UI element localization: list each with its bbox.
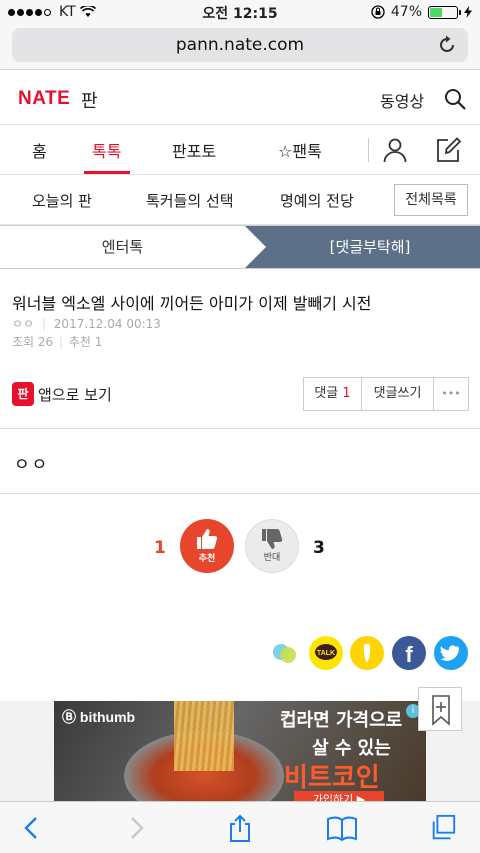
- share-icon[interactable]: [226, 814, 254, 842]
- meta-separator: |: [59, 335, 64, 349]
- sub-nav-hall-of-fame[interactable]: 명예의 전당: [280, 190, 354, 211]
- breadcrumb-category[interactable]: 엔터톡: [0, 226, 245, 268]
- open-in-app-link[interactable]: 앱으로 보기: [38, 384, 112, 405]
- nate-logo[interactable]: NATE: [18, 88, 70, 110]
- tab-home[interactable]: 홈: [32, 138, 47, 162]
- active-tab-indicator: [84, 171, 130, 174]
- video-link[interactable]: 동영상: [380, 88, 424, 112]
- ad-cta-button[interactable]: 가입하기 ▶: [294, 791, 384, 801]
- breadcrumb-subcategory[interactable]: [댓글부탁해]: [260, 226, 480, 268]
- kakaostory-icon: [364, 644, 370, 663]
- kakaotalk-icon: TALK: [315, 644, 337, 660]
- tab-fantok[interactable]: ☆팬톡: [278, 138, 322, 162]
- noodle-image: [174, 701, 234, 771]
- post-recommends: 추천 1: [68, 335, 103, 349]
- recommend-button[interactable]: 추천: [180, 519, 234, 573]
- share-kakaostory-icon[interactable]: [350, 636, 384, 670]
- comment-label: 댓글: [314, 386, 339, 401]
- svg-text:TALK: TALK: [317, 650, 335, 657]
- recommend-count: 1: [154, 538, 166, 558]
- reload-icon[interactable]: [436, 34, 458, 56]
- sub-nav-talker-choice[interactable]: 톡커들의 선택: [146, 190, 234, 211]
- ad-headline-3: 비트코인: [284, 763, 380, 793]
- status-right: 47%: [371, 4, 472, 20]
- ad-headline-1: 컵라면 가격으로: [280, 710, 403, 731]
- divider: [0, 428, 480, 429]
- comment-count: 1: [342, 386, 351, 401]
- sub-nav-today[interactable]: 오늘의 판: [32, 190, 92, 211]
- browser-toolbar: [0, 801, 480, 853]
- battery-icon: [428, 5, 461, 19]
- ad-banner[interactable]: Ⓑ bithumb 컵라면 가격으로 살 수 있는 비트코인 가입하기 ▶ i: [54, 701, 426, 801]
- post-title: 워너블 엑소엘 사이에 끼어든 아미가 이제 발빼기 시전: [12, 294, 372, 313]
- thumbs-down-icon: [262, 529, 283, 549]
- tabs-icon[interactable]: [428, 814, 458, 842]
- thumbs-up-icon: [197, 529, 218, 549]
- ad-brand: Ⓑ bithumb: [62, 709, 136, 725]
- write-icon[interactable]: [434, 136, 462, 164]
- rotation-lock-icon: [371, 5, 385, 19]
- address-bar[interactable]: pann.nate.com: [12, 28, 468, 62]
- sub-nav: 오늘의 판 톡커들의 선택 명예의 전당 전체목록: [0, 175, 480, 225]
- post-stats: 조회 26 | 추천 1: [12, 333, 102, 350]
- user-icon[interactable]: [382, 137, 408, 163]
- recommend-label: 추천: [198, 554, 216, 564]
- pann-app-icon[interactable]: 판: [12, 382, 34, 406]
- bookmark-plus-icon: [432, 695, 450, 726]
- meta-separator: |: [41, 317, 46, 331]
- band-icon: [273, 644, 296, 663]
- breadcrumb: 엔터톡 [댓글부탁해]: [0, 225, 480, 269]
- post-views: 조회 26: [12, 335, 54, 349]
- post-action-buttons: 댓글 1 댓글쓰기 •••: [303, 377, 469, 411]
- post-body: ㅇㅇ: [14, 455, 50, 475]
- post-author: ㅇㅇ: [12, 317, 35, 331]
- share-band-icon[interactable]: [268, 636, 302, 670]
- bookmark-add-button[interactable]: [418, 687, 462, 731]
- status-bar: KT 오전 12:15 47%: [0, 0, 480, 24]
- share-twitter-icon[interactable]: [434, 636, 468, 670]
- more-button[interactable]: •••: [434, 378, 468, 410]
- ad-brand-name: bithumb: [79, 709, 136, 725]
- divider: [0, 493, 480, 494]
- site-header: NATE 판 동영상: [0, 71, 480, 125]
- share-kakaotalk-icon[interactable]: TALK: [309, 636, 343, 670]
- oppose-label: 반대: [263, 553, 281, 563]
- url-text: pann.nate.com: [175, 35, 305, 55]
- comment-button[interactable]: 댓글 1: [304, 378, 362, 410]
- svg-text:f: f: [405, 642, 413, 667]
- browser-url-area: pann.nate.com: [0, 24, 480, 70]
- bookmarks-icon[interactable]: [326, 814, 358, 842]
- share-facebook-icon[interactable]: f: [392, 636, 426, 670]
- back-icon[interactable]: [18, 814, 46, 842]
- divider: [368, 138, 369, 162]
- search-icon[interactable]: [443, 87, 467, 111]
- main-tabs: 홈 톡톡 판포토 ☆팬톡: [0, 125, 480, 175]
- post-author-date: ㅇㅇ | 2017.12.04 00:13: [12, 315, 161, 332]
- twitter-icon: [440, 645, 460, 661]
- charging-icon: [464, 6, 472, 18]
- all-list-button[interactable]: 전체목록: [394, 184, 468, 216]
- pann-logo-text[interactable]: 판: [81, 87, 98, 113]
- write-comment-button[interactable]: 댓글쓰기: [362, 378, 434, 410]
- post-date: 2017.12.04 00:13: [53, 317, 161, 331]
- battery-percent: 47%: [390, 4, 422, 20]
- tab-toktok[interactable]: 톡톡: [92, 138, 121, 162]
- oppose-button[interactable]: 반대: [245, 519, 299, 573]
- forward-icon[interactable]: [122, 814, 150, 842]
- tab-pannphoto[interactable]: 판포토: [172, 138, 216, 162]
- oppose-count: 3: [313, 538, 325, 558]
- facebook-icon: f: [405, 642, 413, 667]
